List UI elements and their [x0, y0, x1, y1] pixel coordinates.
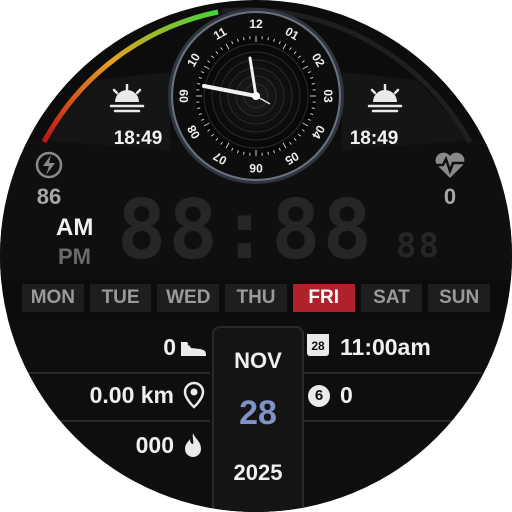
- steps-value: 0: [163, 334, 176, 360]
- battery-value: 86: [36, 184, 62, 209]
- digital-time: 88:88: [117, 183, 374, 278]
- weekday-sun: SUN: [428, 284, 491, 312]
- sunset-time: 18:49: [349, 128, 399, 149]
- dial-tick: [267, 151, 269, 155]
- location-pin-icon: [183, 381, 205, 409]
- flame-icon: [185, 433, 201, 457]
- date-month: NOV: [234, 348, 282, 373]
- sunset-icon: [367, 84, 403, 113]
- dial-tick: [311, 83, 315, 85]
- weekday-wed: WED: [157, 284, 220, 312]
- dial-number: 12: [249, 17, 263, 31]
- calories-value: 000: [135, 432, 174, 458]
- event-time: 11:00am: [340, 334, 431, 360]
- weekday-thu: THU: [225, 284, 287, 312]
- date-year: 2025: [233, 460, 283, 485]
- weekday-bar: MON TUE WED THU FRI SAT SUN: [22, 284, 491, 312]
- weekday-sat: SAT: [360, 284, 423, 312]
- notification-badge-icon: 6: [308, 385, 330, 407]
- dial-tick: [243, 151, 245, 155]
- divider-left-2: [30, 420, 210, 422]
- heart-pulse-icon: [434, 152, 466, 178]
- dial-tick: [197, 107, 201, 109]
- divider-right-2: [302, 420, 472, 422]
- am-indicator: AM: [56, 214, 94, 241]
- dial-tick: [197, 83, 201, 85]
- calendar-icon-day: 28: [311, 339, 325, 353]
- pm-indicator: PM: [58, 244, 91, 269]
- dial-number: 06: [249, 161, 263, 175]
- dial-number: 03: [321, 89, 335, 103]
- divider-left-1: [20, 372, 210, 374]
- calendar-icon: 28: [307, 334, 329, 356]
- notification-badge-number: 6: [314, 387, 324, 404]
- weekday-fri: FRI: [292, 284, 355, 312]
- dial-tick: [311, 107, 315, 109]
- watch-face: 12 01 02 03 04 05 06 07 08 09 10 11 18:49 18:49 86 …: [0, 0, 512, 512]
- date-panel: NOV 28 2025: [212, 326, 304, 512]
- sneaker-icon: [181, 342, 206, 356]
- dial-tick: [243, 37, 245, 41]
- divider-right-1: [302, 372, 482, 374]
- digital-seconds: 88: [396, 226, 441, 266]
- sunrise-icon: [109, 84, 145, 113]
- notification-count: 0: [340, 382, 353, 408]
- dial-tick: [267, 37, 269, 41]
- lightning-icon: [35, 151, 63, 179]
- date-day: 28: [239, 394, 277, 432]
- dial-number: 09: [177, 89, 191, 103]
- heart-rate-value: 0: [443, 184, 457, 209]
- distance-value: 0.00 km: [89, 382, 174, 408]
- weekday-tue: TUE: [89, 284, 152, 312]
- sunrise-time: 18:49: [113, 128, 163, 149]
- weekday-mon: MON: [22, 284, 84, 312]
